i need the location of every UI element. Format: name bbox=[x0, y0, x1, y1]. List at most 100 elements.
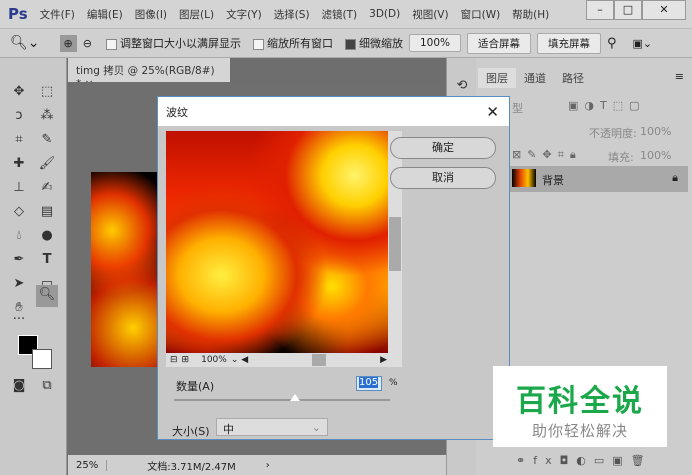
marquee-tool-icon[interactable]: ⬚ bbox=[36, 82, 58, 102]
zoom-out-icon[interactable]: ⊖ bbox=[83, 37, 92, 50]
history-panel-icon[interactable]: ⟲ bbox=[451, 76, 473, 96]
blur-tool-icon[interactable]: 💧︎ bbox=[8, 226, 30, 246]
menu-view[interactable]: 视图(V) bbox=[412, 7, 448, 22]
close-button[interactable]: ✕ bbox=[642, 0, 686, 20]
opacity-label: 不透明度: bbox=[589, 127, 637, 140]
pen-tool-icon[interactable]: ✒ bbox=[8, 250, 30, 270]
minimize-button[interactable]: – bbox=[586, 0, 614, 20]
fill-screen-button[interactable]: 填充屏幕 bbox=[536, 32, 601, 54]
gradient-tool-icon[interactable]: ▤ bbox=[36, 202, 58, 222]
amount-slider[interactable] bbox=[174, 394, 390, 401]
zoom-in-preview-icon[interactable]: ⊞ bbox=[182, 355, 190, 365]
zoom-tool-icon[interactable]: 🔍︎⌄ bbox=[10, 35, 40, 51]
menu-help[interactable]: 帮助(H) bbox=[512, 7, 549, 22]
scroll-thumb[interactable] bbox=[389, 217, 401, 271]
magic-wand-icon[interactable]: ⁂ bbox=[36, 106, 58, 126]
menu-file[interactable]: 文件(F) bbox=[40, 7, 75, 22]
chevron-down-icon: ⌄ bbox=[311, 421, 321, 434]
quick-mask-icon[interactable]: ◙ bbox=[8, 376, 30, 396]
layer-row-background[interactable]: 背景 🔒︎ bbox=[510, 166, 688, 192]
background-color-swatch[interactable] bbox=[32, 349, 52, 369]
ripple-dialog: 波纹 ✕ ⊟ ⊞ 100% ⌄ ◀ ▶ 确定 取消 数量(A) 105 % 大小… bbox=[157, 96, 510, 440]
zoom-all-label: 缩放所有窗口 bbox=[266, 37, 333, 50]
chevron-down-icon[interactable]: ⌄ ◀ bbox=[231, 355, 248, 365]
screen-mode-icon[interactable]: ⧉ bbox=[36, 376, 58, 396]
amount-input[interactable]: 105 bbox=[356, 376, 382, 391]
ok-button[interactable]: 确定 bbox=[390, 137, 496, 159]
document-image bbox=[91, 172, 161, 367]
zoom-all-checkbox[interactable]: 缩放所有窗口 bbox=[252, 35, 333, 51]
layer-name[interactable]: 背景 bbox=[542, 172, 564, 188]
options-bar: 🔍︎⌄ ⊕ ⊖ 调整窗口大小以满屏显示 缩放所有窗口 细微缩放 100% 适合屏… bbox=[0, 28, 692, 58]
hscroll-thumb[interactable] bbox=[312, 354, 327, 366]
resize-windows-label: 调整窗口大小以满屏显示 bbox=[119, 37, 241, 50]
tab-channels[interactable]: 通道 bbox=[516, 68, 554, 88]
brush-tool-icon[interactable]: 🖌︎ bbox=[36, 154, 58, 174]
history-brush-icon[interactable]: ✍ bbox=[36, 178, 58, 198]
panel-menu-icon[interactable]: ≡ bbox=[675, 70, 684, 83]
lock-icons[interactable]: ⊠✎✥⌗🔒︎ bbox=[512, 148, 582, 162]
lasso-tool-icon[interactable]: ↄ bbox=[8, 106, 30, 126]
menu-select[interactable]: 选择(S) bbox=[274, 7, 310, 22]
zoom-100-button[interactable]: 100% bbox=[408, 34, 461, 52]
watermark-subtitle: 助你轻松解决 bbox=[531, 422, 628, 440]
fit-screen-button[interactable]: 适合屏幕 bbox=[466, 32, 531, 54]
zoom-tool-icon-active[interactable]: 🔍︎ bbox=[36, 285, 58, 307]
stamp-tool-icon[interactable]: ⊥ bbox=[8, 178, 30, 198]
menu-window[interactable]: 窗口(W) bbox=[461, 7, 501, 22]
layer-action-icons[interactable]: ⚭fx◘◐▭▣🗑︎ bbox=[516, 454, 653, 467]
layer-thumbnail bbox=[512, 169, 536, 187]
window-controls: – □ ✕ bbox=[586, 0, 686, 20]
type-tool-icon[interactable]: T bbox=[36, 250, 58, 270]
workspace-icon[interactable]: ▣⌄ bbox=[633, 37, 653, 50]
watermark-title: 百科全说 bbox=[516, 384, 644, 419]
resize-windows-checkbox[interactable]: 调整窗口大小以满屏显示 bbox=[105, 35, 241, 51]
status-arrow-icon[interactable]: › bbox=[266, 460, 270, 471]
preview-controls: ⊟ ⊞ 100% ⌄ ◀ ▶ bbox=[166, 353, 402, 367]
fill-label: 填充: bbox=[608, 151, 634, 164]
menu-edit[interactable]: 编辑(E) bbox=[87, 7, 123, 22]
kind-filter[interactable]: 型 bbox=[512, 100, 523, 116]
maximize-button[interactable]: □ bbox=[614, 0, 642, 20]
menu-layer[interactable]: 图层(L) bbox=[179, 7, 214, 22]
preview-vscrollbar[interactable] bbox=[388, 131, 402, 353]
tab-paths[interactable]: 路径 bbox=[554, 68, 592, 88]
more-tools-icon[interactable]: ··· bbox=[8, 310, 30, 330]
photoshop-logo: Ps bbox=[8, 5, 28, 23]
doc-size: 文档:3.71M/2.47M bbox=[147, 461, 236, 473]
status-bar: 25% 文档:3.71M/2.47M › bbox=[68, 455, 446, 475]
cancel-button[interactable]: 取消 bbox=[390, 167, 496, 189]
dialog-titlebar: 波纹 ✕ bbox=[158, 97, 509, 126]
document-tab[interactable]: timg 拷贝 @ 25%(RGB/8#) * × bbox=[68, 58, 230, 90]
size-select[interactable]: 中 ⌄ bbox=[216, 418, 328, 436]
menu-3d[interactable]: 3D(D) bbox=[369, 8, 400, 20]
zoom-in-icon[interactable]: ⊕ bbox=[59, 34, 77, 52]
move-tool-icon[interactable]: ✥ bbox=[8, 82, 30, 102]
zoom-level[interactable]: 25% bbox=[68, 459, 108, 471]
preview-zoom[interactable]: 100% bbox=[201, 355, 227, 365]
tab-layers[interactable]: 图层 bbox=[478, 68, 516, 88]
opacity-value[interactable]: 100% bbox=[640, 125, 671, 138]
menu-filter[interactable]: 滤镜(T) bbox=[322, 7, 358, 22]
menu-type[interactable]: 文字(Y) bbox=[226, 7, 262, 22]
watermark: 百科全说 助你轻松解决 bbox=[493, 366, 667, 447]
scrubby-zoom-checkbox[interactable]: 细微缩放 bbox=[344, 35, 403, 51]
crop-tool-icon[interactable]: ⌗ bbox=[8, 130, 30, 150]
amount-unit: % bbox=[389, 378, 398, 388]
filter-icons[interactable]: ▣◑T⬚▢ bbox=[568, 99, 646, 112]
size-label: 大小(S) bbox=[172, 425, 210, 438]
healing-brush-icon[interactable]: ✚ bbox=[8, 154, 30, 174]
path-select-icon[interactable]: ➤ bbox=[8, 274, 30, 294]
filter-preview[interactable] bbox=[166, 131, 388, 353]
eyedropper-icon[interactable]: ✎ bbox=[36, 130, 58, 150]
scroll-right-icon[interactable]: ▶ bbox=[380, 355, 387, 365]
lock-icon[interactable]: 🔒︎ bbox=[672, 171, 678, 185]
amount-slider-thumb[interactable] bbox=[289, 394, 300, 401]
search-icon[interactable]: ⚲ bbox=[607, 36, 617, 51]
menu-image[interactable]: 图像(I) bbox=[135, 7, 167, 22]
dialog-close-icon[interactable]: ✕ bbox=[486, 103, 499, 121]
fill-value[interactable]: 100% bbox=[640, 149, 671, 162]
dodge-tool-icon[interactable]: ● bbox=[36, 226, 58, 246]
zoom-out-preview-icon[interactable]: ⊟ bbox=[170, 355, 178, 365]
eraser-tool-icon[interactable]: ◇ bbox=[8, 202, 30, 222]
